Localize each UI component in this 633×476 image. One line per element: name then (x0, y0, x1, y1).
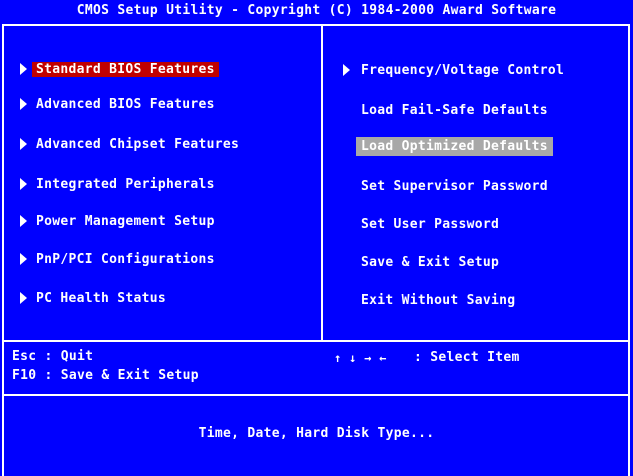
arrow-keys-icon: ↑ ↓ → ← (334, 351, 387, 365)
menu-item-pnp-pci-configurations[interactable]: PnP/PCI Configurations (36, 251, 215, 269)
item-description: Time, Date, Hard Disk Type... (198, 426, 435, 441)
help-f10-save-exit: F10 : Save & Exit Setup (12, 368, 199, 383)
help-esc-quit: Esc : Quit (12, 349, 94, 364)
menu-item-integrated-peripherals[interactable]: Integrated Peripherals (36, 176, 215, 194)
submenu-arrow-icon (20, 98, 27, 110)
window-title: CMOS Setup Utility - Copyright (C) 1984-… (0, 0, 633, 22)
menu-item-label: Load Optimized Defaults (356, 137, 553, 156)
menu-item-standard-bios-features[interactable]: Standard BIOS Features (32, 61, 219, 79)
submenu-arrow-icon (343, 64, 350, 76)
menu-item-load-fail-safe-defaults[interactable]: Load Fail-Safe Defaults (361, 102, 548, 120)
menu-item-pc-health-status[interactable]: PC Health Status (36, 290, 166, 308)
menu-item-save-exit-setup[interactable]: Save & Exit Setup (361, 254, 499, 272)
menu-item-power-management-setup[interactable]: Power Management Setup (36, 213, 215, 231)
menu-item-set-user-password[interactable]: Set User Password (361, 216, 499, 234)
submenu-arrow-icon (20, 138, 27, 150)
menu-divider (321, 26, 323, 340)
menu-item-advanced-bios-features[interactable]: Advanced BIOS Features (36, 96, 215, 114)
submenu-arrow-icon (20, 253, 27, 265)
menu-item-advanced-chipset-features[interactable]: Advanced Chipset Features (36, 136, 239, 154)
help-select-item: : Select Item (414, 350, 520, 365)
submenu-arrow-icon (20, 215, 27, 227)
menu-item-load-optimized-defaults[interactable]: Load Optimized Defaults (356, 137, 553, 156)
menu-item-exit-without-saving[interactable]: Exit Without Saving (361, 292, 515, 310)
submenu-arrow-icon (20, 178, 27, 190)
submenu-arrow-icon (20, 292, 27, 304)
menu-item-frequency-voltage-control[interactable]: Frequency/Voltage Control (361, 62, 564, 80)
submenu-arrow-icon (20, 63, 27, 75)
menu-item-label: Standard BIOS Features (32, 62, 219, 77)
menu-item-set-supervisor-password[interactable]: Set Supervisor Password (361, 178, 548, 196)
